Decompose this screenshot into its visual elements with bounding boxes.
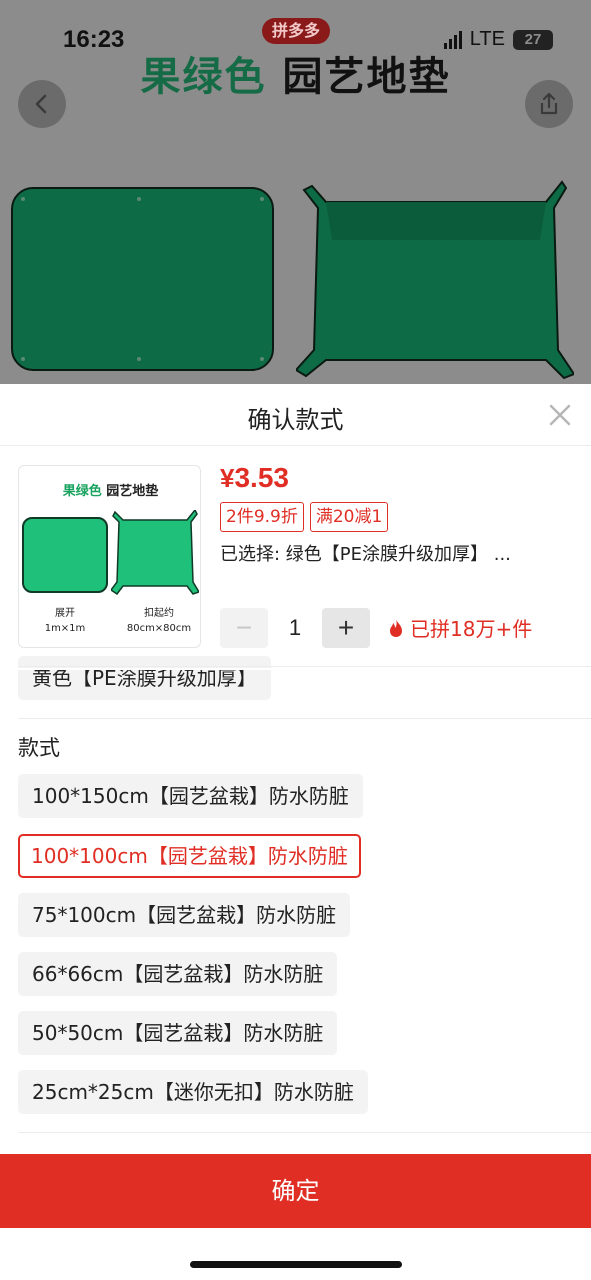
signal-icon xyxy=(443,30,462,49)
style-option[interactable]: 66*66cm【园艺盆栽】防水防脏 xyxy=(18,952,338,996)
thumbnail-caption-tray: 扣起约 80cm×80cm xyxy=(119,606,199,636)
color-option[interactable]: 黄色【PE涂膜升级加厚】 xyxy=(18,656,271,700)
share-icon xyxy=(540,92,558,115)
caption-flat-label: 展开 xyxy=(55,608,75,619)
close-icon[interactable] xyxy=(547,402,573,428)
product-page-background: 拼多多 果绿色 园艺地垫 16:23 LTE 27 xyxy=(0,0,591,384)
promo-tags: 2件9.9折 满20减1 xyxy=(220,502,389,532)
promo-tag: 满20减1 xyxy=(309,502,389,532)
divider xyxy=(18,1132,591,1133)
price: ¥3.53 xyxy=(220,462,289,494)
thumbnail-title-product: 园艺地垫 xyxy=(106,484,159,499)
thumbnail-title-color: 果绿色 xyxy=(62,484,102,499)
divider xyxy=(18,718,591,719)
style-option[interactable]: 100*150cm【园艺盆栽】防水防脏 xyxy=(18,774,363,818)
style-option[interactable]: 25cm*25cm【迷你无扣】防水防脏 xyxy=(18,1070,368,1114)
decrement-button[interactable]: − xyxy=(220,608,268,648)
thumbnail-flat-mat xyxy=(22,517,108,593)
product-thumbnail[interactable]: 果绿色 园艺地垫 展开 1m×1m 扣起约 80cm×80cm xyxy=(18,465,201,648)
caption-tray-size: 80cm×80cm xyxy=(126,623,192,634)
product-banner-image: 拼多多 果绿色 园艺地垫 xyxy=(0,0,591,384)
thumbnail-tray-mat xyxy=(111,510,199,596)
price-value: 3.53 xyxy=(234,462,289,493)
tray-mat-image xyxy=(296,180,574,380)
quantity-stepper: − 1 + xyxy=(220,608,370,648)
sales-count: 已拼18万+件 xyxy=(388,613,532,642)
status-indicators: LTE 27 xyxy=(443,28,553,51)
style-selection-sheet: 确认款式 果绿色 园艺地垫 展开 1m×1m 扣起约 80cm×80cm ¥3.… xyxy=(0,384,591,1280)
chevron-left-icon xyxy=(35,94,47,114)
thumbnail-title: 果绿色 园艺地垫 xyxy=(19,480,200,499)
plus-icon: + xyxy=(337,612,355,643)
back-button[interactable] xyxy=(18,80,66,128)
brand-badge: 拼多多 xyxy=(262,18,330,44)
battery-icon: 27 xyxy=(513,29,553,50)
price-currency: ¥ xyxy=(220,463,235,493)
style-option[interactable]: 50*50cm【园艺盆栽】防水防脏 xyxy=(18,1011,338,1055)
minus-icon: − xyxy=(235,612,253,643)
status-time: 16:23 xyxy=(63,26,125,53)
banner-title-product: 园艺地垫 xyxy=(282,54,451,100)
style-section-label: 款式 xyxy=(18,736,60,760)
sales-count-text: 已拼18万+件 xyxy=(410,617,533,641)
banner-title-color: 果绿色 xyxy=(140,54,267,100)
home-indicator xyxy=(190,1261,402,1268)
sheet-header: 确认款式 xyxy=(0,384,591,446)
style-option[interactable]: 75*100cm【园艺盆栽】防水防脏 xyxy=(18,893,351,937)
thumbnail-caption-flat: 展开 1m×1m xyxy=(37,606,93,636)
network-label: LTE xyxy=(469,28,505,50)
caption-flat-size: 1m×1m xyxy=(44,623,86,634)
style-option-selected[interactable]: 100*100cm【园艺盆栽】防水防脏 xyxy=(18,834,361,878)
selected-summary: 已选择: 绿色【PE涂膜升级加厚】 ... xyxy=(220,544,511,565)
flat-mat-image xyxy=(11,187,274,371)
share-button[interactable] xyxy=(525,80,573,128)
divider xyxy=(18,666,591,667)
caption-tray-label: 扣起约 xyxy=(144,608,174,619)
increment-button[interactable]: + xyxy=(322,608,370,648)
sheet-title: 确认款式 xyxy=(247,406,344,434)
confirm-button[interactable]: 确定 xyxy=(0,1154,591,1228)
scroll-mask xyxy=(18,668,591,670)
fire-icon xyxy=(390,618,402,637)
quantity-value[interactable]: 1 xyxy=(268,615,322,641)
promo-tag: 2件9.9折 xyxy=(220,502,304,532)
